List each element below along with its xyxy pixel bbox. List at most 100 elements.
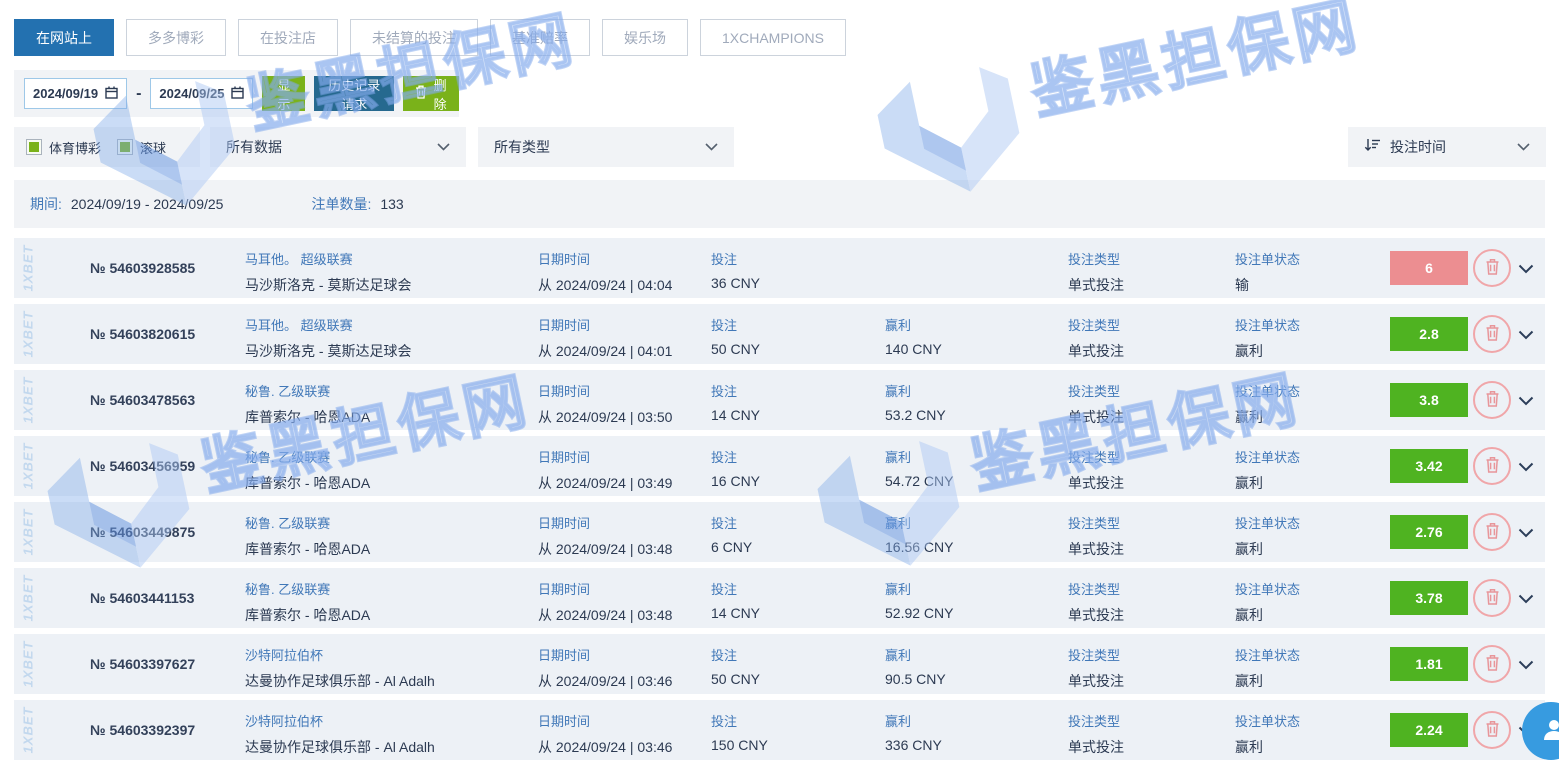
expand-row-chevron-icon[interactable] <box>1518 330 1534 340</box>
bet-id: № 54603392397 <box>90 722 195 738</box>
bet-row[interactable]: 1XBET № 54603392397 沙特阿拉伯杯 达曼协作足球俱乐部 - A… <box>14 700 1545 760</box>
bet-id: № 54603928585 <box>90 260 195 276</box>
date-to-value: 2024/09/25 <box>159 86 224 101</box>
checkbox-checked-icon[interactable] <box>117 139 133 155</box>
match-cell: 秘鲁. 乙级联赛 库普索尔 - 哈恩ADA <box>245 579 370 625</box>
bet-status-cell: 投注单状态 输 <box>1235 249 1300 295</box>
history-request-button[interactable]: 历史记录请求 <box>314 76 394 111</box>
league-name[interactable]: 秘鲁. 乙级联赛 <box>245 513 370 532</box>
date-cell: 日期时间 从 2024/09/24 | 03:48 <box>538 579 672 625</box>
league-name[interactable]: 秘鲁. 乙级联赛 <box>245 447 370 466</box>
support-person-icon <box>1537 716 1559 747</box>
all-types-dropdown[interactable]: 所有类型 <box>478 127 734 167</box>
odds-badge: 2.24 <box>1390 713 1468 747</box>
bet-count-label: 注单数量: <box>311 194 371 214</box>
bet-row[interactable]: 1XBET № 54603449875 秘鲁. 乙级联赛 库普索尔 - 哈恩AD… <box>14 502 1545 562</box>
match-name: 库普索尔 - 哈恩ADA <box>245 473 370 493</box>
delete-bet-button[interactable] <box>1473 513 1511 551</box>
sort-icon <box>1364 138 1381 157</box>
bet-row[interactable]: 1XBET № 54603441153 秘鲁. 乙级联赛 库普索尔 - 哈恩AD… <box>14 568 1545 628</box>
bet-row[interactable]: 1XBET № 54603456959 秘鲁. 乙级联赛 库普索尔 - 哈恩AD… <box>14 436 1545 496</box>
bet-amount-cell: 投注 150 CNY <box>711 711 768 753</box>
league-name[interactable]: 秘鲁. 乙级联赛 <box>245 579 370 598</box>
bet-id: № 54603478563 <box>90 392 195 408</box>
tab-on-site[interactable]: 在网站上 <box>14 19 114 56</box>
expand-row-chevron-icon[interactable] <box>1518 660 1534 670</box>
bet-type-cell: 投注类型 单式投注 <box>1068 447 1124 493</box>
match-name: 达曼协作足球俱乐部 - Al Adalh <box>245 671 435 691</box>
trash-icon <box>1485 390 1500 410</box>
league-name[interactable]: 沙特阿拉伯杯 <box>245 711 435 730</box>
match-cell: 秘鲁. 乙级联赛 库普索尔 - 哈恩ADA <box>245 513 370 559</box>
date-from-input[interactable]: 2024/09/19 <box>24 78 127 109</box>
expand-row-chevron-icon[interactable] <box>1518 594 1534 604</box>
delete-bet-button[interactable] <box>1473 645 1511 683</box>
expand-row-chevron-icon[interactable] <box>1518 528 1534 538</box>
trash-icon <box>1485 258 1500 278</box>
status-value: 赢利 <box>1235 341 1300 361</box>
status-value: 赢利 <box>1235 407 1300 427</box>
bet-history-list: 1XBET № 54603928585 马耳他。 超级联赛 马沙斯洛克 - 莫斯… <box>14 238 1545 766</box>
odds-badge: 3.78 <box>1390 581 1468 615</box>
bet-row[interactable]: 1XBET № 54603928585 马耳他。 超级联赛 马沙斯洛克 - 莫斯… <box>14 238 1545 298</box>
bet-amount-cell: 投注 50 CNY <box>711 645 760 687</box>
delete-bet-button[interactable] <box>1473 249 1511 287</box>
expand-row-chevron-icon[interactable] <box>1518 396 1534 406</box>
bet-amount-cell: 投注 16 CNY <box>711 447 760 489</box>
1xbet-brand-label: 1XBET <box>21 707 36 754</box>
delete-button[interactable]: 删除 <box>403 76 459 111</box>
delete-bet-button[interactable] <box>1473 711 1511 749</box>
date-range-separator: - <box>136 85 141 103</box>
status-value: 赢利 <box>1235 473 1300 493</box>
show-button[interactable]: 显示 <box>262 76 305 111</box>
chevron-down-icon <box>705 138 718 156</box>
calendar-icon[interactable] <box>231 86 244 102</box>
delete-bet-button[interactable] <box>1473 381 1511 419</box>
bet-row[interactable]: 1XBET № 54603478563 秘鲁. 乙级联赛 库普索尔 - 哈恩AD… <box>14 370 1545 430</box>
tab-casino[interactable]: 娱乐场 <box>602 19 688 56</box>
tab-toto[interactable]: 多多博彩 <box>126 19 226 56</box>
chevron-down-icon <box>437 138 450 156</box>
match-name: 库普索尔 - 哈恩ADA <box>245 605 370 625</box>
top-tabs: 在网站上 多多博彩 在投注店 未结算的投注 基准赔率 娱乐场 1XCHAMPIO… <box>14 19 846 56</box>
bet-row[interactable]: 1XBET № 54603397627 沙特阿拉伯杯 达曼协作足球俱乐部 - A… <box>14 634 1545 694</box>
date-to-input[interactable]: 2024/09/25 <box>150 78 253 109</box>
bet-type-cell: 投注类型 单式投注 <box>1068 249 1124 295</box>
delete-bet-button[interactable] <box>1473 447 1511 485</box>
league-name[interactable]: 马耳他。 超级联赛 <box>245 249 411 268</box>
match-name: 达曼协作足球俱乐部 - Al Adalh <box>245 737 435 757</box>
checkbox-checked-icon[interactable] <box>26 139 42 155</box>
sort-dropdown[interactable]: 投注时间 <box>1348 127 1546 167</box>
tab-betting-shop[interactable]: 在投注店 <box>238 19 338 56</box>
status-value: 赢利 <box>1235 671 1300 691</box>
expand-row-chevron-icon[interactable] <box>1518 264 1534 274</box>
tab-benchmark-odds[interactable]: 基准赔率 <box>490 19 590 56</box>
bet-status-cell: 投注单状态 赢利 <box>1235 711 1300 757</box>
date-from-value: 2024/09/19 <box>33 86 98 101</box>
all-data-dropdown[interactable]: 所有数据 <box>210 127 466 167</box>
checkbox-sports-betting[interactable]: 体育博彩 <box>26 138 101 157</box>
expand-row-chevron-icon[interactable] <box>1518 462 1534 472</box>
1xbet-brand-label: 1XBET <box>21 377 36 424</box>
bet-type-cell: 投注类型 单式投注 <box>1068 645 1124 691</box>
league-name[interactable]: 秘鲁. 乙级联赛 <box>245 381 370 400</box>
date-cell: 日期时间 从 2024/09/24 | 03:46 <box>538 711 672 757</box>
status-value: 赢利 <box>1235 737 1300 757</box>
trash-icon <box>1485 588 1500 608</box>
tab-1xchampions[interactable]: 1XCHAMPIONS <box>700 19 846 56</box>
league-name[interactable]: 马耳他。 超级联赛 <box>245 315 411 334</box>
win-amount-cell: 赢利 16.56 CNY <box>885 513 953 555</box>
calendar-icon[interactable] <box>105 86 118 102</box>
tab-unsettled-bets[interactable]: 未结算的投注 <box>350 19 478 56</box>
date-cell: 日期时间 从 2024/09/24 | 03:49 <box>538 447 672 493</box>
bet-type-cell: 投注类型 单式投注 <box>1068 711 1124 757</box>
league-name[interactable]: 沙特阿拉伯杯 <box>245 645 435 664</box>
delete-bet-button[interactable] <box>1473 579 1511 617</box>
delete-bet-button[interactable] <box>1473 315 1511 353</box>
bet-type-cell: 投注类型 单式投注 <box>1068 513 1124 559</box>
date-cell: 日期时间 从 2024/09/24 | 03:48 <box>538 513 672 559</box>
bet-row[interactable]: 1XBET № 54603820615 马耳他。 超级联赛 马沙斯洛克 - 莫斯… <box>14 304 1545 364</box>
checkbox-live-betting[interactable]: 滚球 <box>117 138 166 157</box>
trash-icon <box>1485 324 1500 344</box>
match-name: 库普索尔 - 哈恩ADA <box>245 407 370 427</box>
